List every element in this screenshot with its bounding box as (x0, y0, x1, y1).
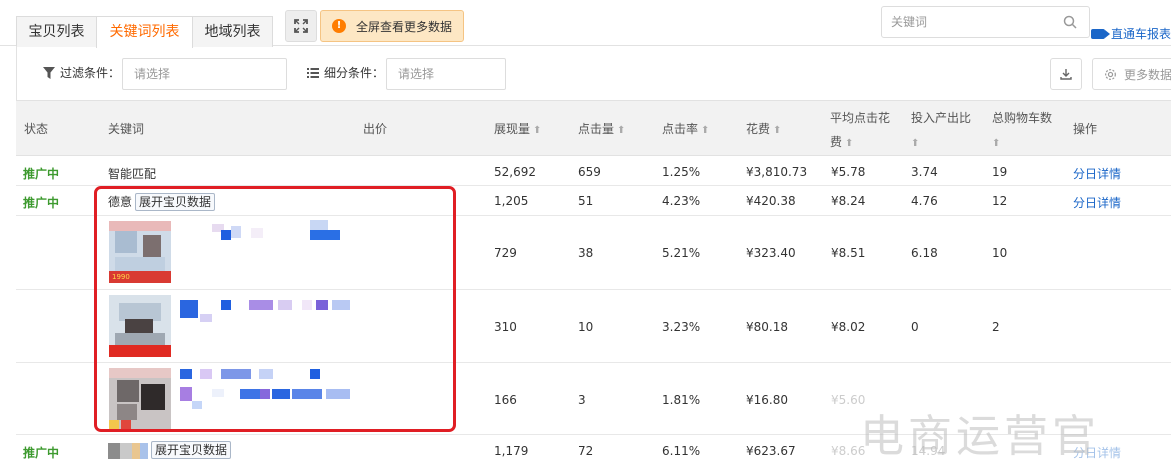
col-status: 状态 (24, 122, 49, 136)
more-data-button[interactable]: 更多数据 (1092, 58, 1171, 90)
ctr-cell: 1.25% (662, 165, 701, 179)
cost-cell: ¥3,810.73 (746, 165, 808, 179)
keyword-blur (120, 442, 132, 459)
impressions-cell: 729 (494, 246, 517, 260)
clicks-cell: 51 (578, 194, 594, 208)
fullscreen-icon (294, 19, 308, 33)
cost-cell: ¥16.80 (746, 393, 788, 407)
sort-icon[interactable]: ⬆ (845, 138, 853, 149)
keyword-cell: 展开宝贝数据 (108, 441, 232, 459)
col-cost[interactable]: 花费 ⬆ (746, 117, 781, 143)
col-cart[interactable]: 总购物车数 ⬆ (992, 106, 1052, 156)
fullscreen-button[interactable] (285, 10, 317, 42)
clicks-cell: 72 (578, 444, 594, 458)
segment-select[interactable]: 请选择 (386, 58, 506, 90)
cart-cell: 10 (992, 246, 1008, 260)
ctr-cell: 1.81% (662, 393, 701, 407)
status-badge: 推广中 (23, 446, 60, 460)
tab-items[interactable]: 宝贝列表 (16, 16, 97, 47)
col-clicks[interactable]: 点击量 ⬆ (578, 117, 625, 143)
cost-cell: ¥623.67 (746, 444, 796, 458)
col-ctr[interactable]: 点击率 ⬆ (662, 117, 709, 143)
filter-label-text: 过滤条件： (60, 66, 121, 80)
tab-regions[interactable]: 地域列表 (192, 16, 273, 47)
impressions-cell: 310 (494, 320, 517, 334)
cart-cell: 12 (992, 194, 1008, 208)
clicks-cell: 659 (578, 165, 601, 179)
segment-label-text: 细分条件： (324, 66, 385, 80)
search-placeholder: 关键词 (891, 15, 928, 29)
sort-icon[interactable]: ⬆ (773, 125, 781, 136)
impressions-cell: 52,692 (494, 165, 536, 179)
report-link[interactable]: 直通车报表 (1091, 25, 1171, 42)
tab-bar: 宝贝列表 关键词列表 地域列表 ! 全屏查看更多数据 关键词 直通车报表 (0, 0, 1171, 48)
col-impressions[interactable]: 展现量 ⬆ (494, 117, 541, 143)
cost-cell: ¥80.18 (746, 320, 788, 334)
sort-icon[interactable]: ⬆ (992, 138, 1000, 149)
search-icon[interactable] (1063, 15, 1077, 29)
ctr-cell: 4.23% (662, 194, 701, 208)
filter-icon (43, 66, 55, 79)
impressions-cell: 1,179 (494, 444, 529, 458)
roi-cell: 0 (911, 320, 919, 334)
keyword-cell: 智能匹配 (108, 167, 157, 181)
sort-icon[interactable]: ⬆ (533, 125, 541, 136)
filter-select[interactable]: 请选择 (122, 58, 287, 90)
impressions-cell: 1,205 (494, 194, 529, 208)
cost-cell: ¥323.40 (746, 246, 796, 260)
list-icon (307, 67, 319, 78)
keyword-blur (108, 442, 120, 459)
cpc-cell: ¥5.78 (831, 165, 866, 179)
table-row: 推广中 智能匹配 52,692 659 1.25% ¥3,810.73 ¥5.7… (16, 157, 1171, 186)
alert-icon: ! (332, 19, 346, 33)
tab-keywords[interactable]: 关键词列表 (96, 16, 193, 48)
table-header: 状态 关键词 出价 展现量 ⬆ 点击量 ⬆ 点击率 ⬆ 花费 ⬆ 平均点击花费 ⬆ 投入产… (16, 100, 1171, 156)
roi-cell: 3.74 (911, 165, 938, 179)
sort-icon[interactable]: ⬆ (701, 125, 709, 136)
filter-bar: 过滤条件： 请选择 细分条件： 请选择 更多数据 (16, 46, 1171, 100)
daily-details-link[interactable]: 分日详情 (1073, 194, 1121, 211)
impressions-cell: 166 (494, 393, 517, 407)
filter-label: 过滤条件： (43, 64, 120, 81)
watermark: 电商运营官 (860, 411, 1100, 462)
cpc-cell: ¥8.24 (831, 194, 866, 208)
status-badge: 推广中 (23, 167, 60, 181)
clicks-cell: 38 (578, 246, 594, 260)
keyword-search-input[interactable]: 关键词 (881, 6, 1090, 38)
cart-cell: 19 (992, 165, 1008, 179)
expand-item-data-button[interactable]: 展开宝贝数据 (151, 441, 232, 459)
col-cpc[interactable]: 平均点击花费 ⬆ (830, 106, 890, 156)
ctr-cell: 3.23% (662, 320, 701, 334)
col-keyword: 关键词 (108, 122, 145, 136)
ctr-cell: 6.11% (662, 444, 701, 458)
sort-icon[interactable]: ⬆ (911, 138, 919, 149)
segment-label: 细分条件： (307, 64, 384, 81)
keyword-blur (140, 442, 148, 459)
notice-label: 全屏查看更多数据 (356, 19, 453, 34)
cpc-cell: ¥8.51 (831, 246, 866, 260)
clicks-cell: 10 (578, 320, 594, 334)
ctr-cell: 5.21% (662, 246, 701, 260)
cart-cell: 2 (992, 320, 1000, 334)
keyword-blur (132, 442, 140, 459)
report-link-label: 直通车报表 (1111, 27, 1171, 41)
gear-icon (1105, 68, 1116, 80)
col-action: 操作 (1073, 122, 1098, 136)
fullscreen-more-data-button[interactable]: ! 全屏查看更多数据 (320, 10, 464, 42)
roi-cell: 4.76 (911, 194, 938, 208)
more-data-label: 更多数据 (1124, 67, 1171, 82)
cpc-cell: ¥8.02 (831, 320, 866, 334)
col-roi[interactable]: 投入产出比 ⬆ (911, 106, 971, 156)
download-icon (1060, 69, 1072, 80)
highlight-box (94, 186, 456, 432)
sort-icon[interactable]: ⬆ (617, 125, 625, 136)
roi-cell: 6.18 (911, 246, 938, 260)
daily-details-link[interactable]: 分日详情 (1073, 165, 1121, 182)
download-button[interactable] (1050, 58, 1082, 90)
status-badge: 推广中 (23, 196, 60, 210)
clicks-cell: 3 (578, 393, 586, 407)
col-bid: 出价 (363, 122, 388, 136)
cost-cell: ¥420.38 (746, 194, 796, 208)
video-icon (1091, 28, 1110, 39)
